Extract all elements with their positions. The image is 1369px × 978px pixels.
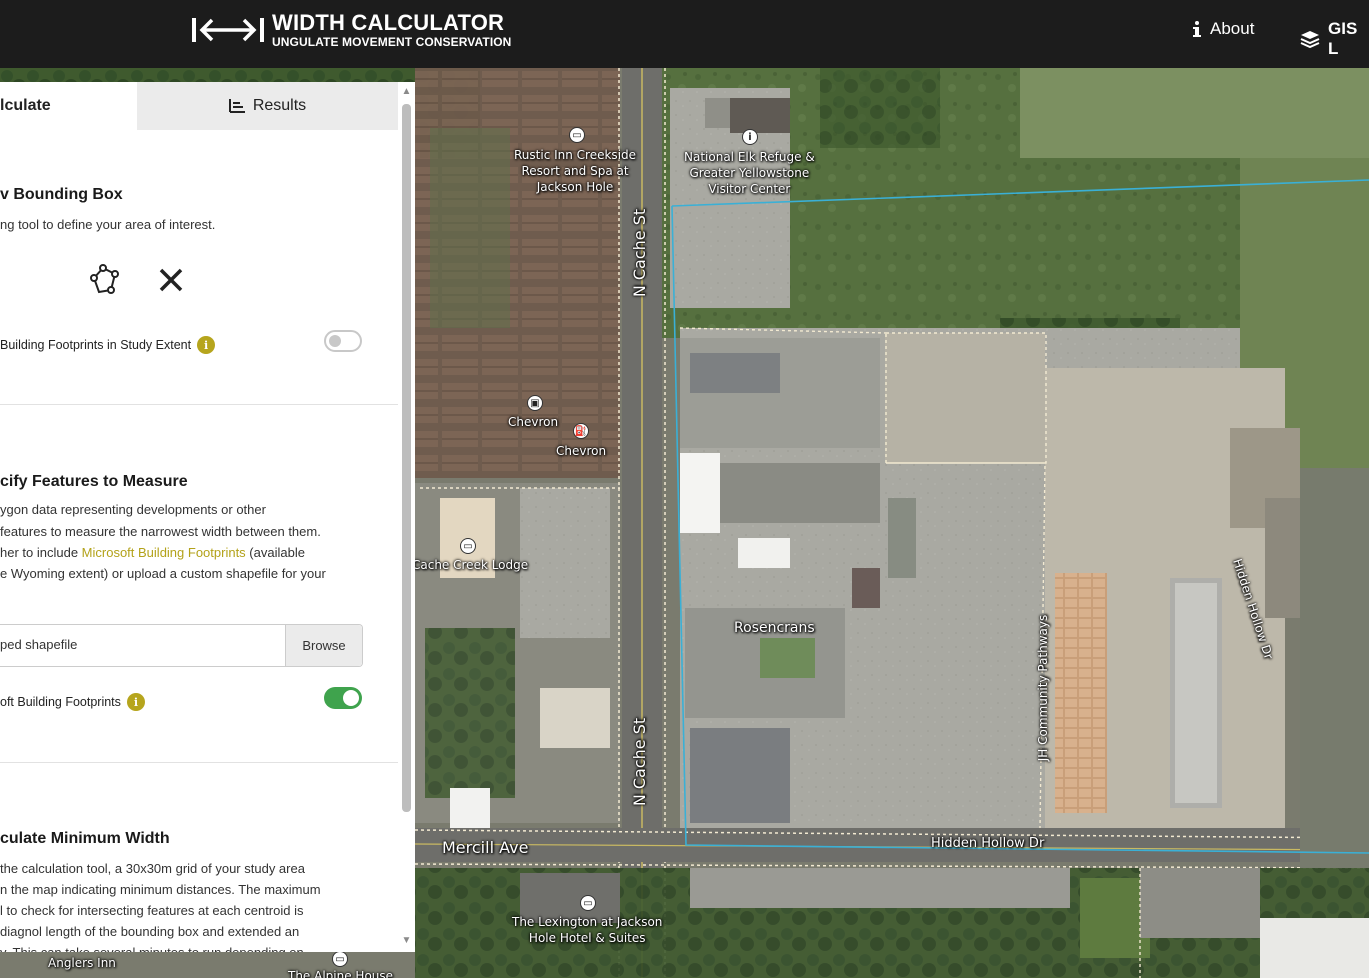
section-divider xyxy=(0,762,398,763)
step1-heading: v Bounding Box xyxy=(0,186,123,203)
microsoft-footprints-link[interactable]: Microsoft Building Footprints xyxy=(82,545,246,560)
map-label-hidden-hollow-dr: Hidden Hollow Dr xyxy=(931,836,1045,851)
nav-gis[interactable]: GIS L xyxy=(1300,19,1369,59)
map-label-anglers-inn: Anglers Inn xyxy=(48,956,116,970)
step2-line3-post: (available xyxy=(245,545,305,560)
step2-line2: features to measure the narrowest width … xyxy=(0,524,321,539)
fuel-icon[interactable]: ⛽ xyxy=(573,423,589,439)
step3-line3: l to check for intersecting features at … xyxy=(0,903,304,918)
info-icon[interactable]: i xyxy=(126,693,145,711)
ms-footprints-toggle-label: oft Building Footprints i xyxy=(0,693,145,711)
hotel-icon[interactable]: ▭ xyxy=(460,538,476,554)
map-label-alpine-house: The Alpine House xyxy=(288,969,394,978)
layers-icon xyxy=(1300,30,1320,48)
panel-scrollbar-thumb[interactable] xyxy=(402,104,411,812)
panel-tabs: lculate Results xyxy=(0,82,398,130)
step3-line2: n the map indicating minimum distances. … xyxy=(0,882,321,897)
ms-footprints-label-text: oft Building Footprints xyxy=(0,695,121,709)
width-arrows-icon xyxy=(192,18,264,42)
shapefile-upload[interactable]: ped shapefile Browse xyxy=(0,624,363,667)
hotel-icon[interactable]: ▭ xyxy=(332,951,348,967)
nav-about[interactable]: About xyxy=(1192,19,1254,39)
map-label-cache-creek-lodge: Cache Creek Lodge xyxy=(412,558,529,572)
scroll-up-arrow-icon[interactable]: ▲ xyxy=(400,86,413,98)
side-panel: lculate Results v Bounding Box ng tool t… xyxy=(0,82,398,952)
ms-footprints-toggle[interactable] xyxy=(324,687,362,709)
step2-line3: her to include Microsoft Building Footpr… xyxy=(0,542,305,563)
map-label-mercill-ave: Mercill Ave xyxy=(442,838,529,857)
map-label-rustic-inn: Rustic Inn Creekside Resort and Spa at J… xyxy=(514,148,637,194)
map-label-lexington: The Lexington at Jackson Hole Hotel & Su… xyxy=(512,915,663,945)
nav-gis-label: GIS L xyxy=(1328,19,1358,58)
browse-button[interactable]: Browse xyxy=(285,625,362,666)
map-label-n-cache-st: N Cache St xyxy=(630,717,649,807)
chart-icon xyxy=(228,99,245,113)
tab-calculate-label: lculate xyxy=(0,97,51,114)
app-subtitle: UNGULATE MOVEMENT CONSERVATION xyxy=(272,35,512,49)
close-icon xyxy=(159,268,183,292)
app-header: WIDTH CALCULATOR UNGULATE MOVEMENT CONSE… xyxy=(0,0,1369,68)
step2-line4: e Wyoming extent) or upload a custom sha… xyxy=(0,566,326,581)
nav-about-label: About xyxy=(1210,19,1255,38)
app-title: WIDTH CALCULATOR xyxy=(272,10,505,35)
section-divider xyxy=(0,404,398,405)
map-label-n-cache-st: N Cache St xyxy=(630,208,649,298)
study-extent-toggle[interactable] xyxy=(324,330,362,352)
app-logo[interactable]: WIDTH CALCULATOR UNGULATE MOVEMENT CONSE… xyxy=(190,10,511,50)
tab-results[interactable]: Results xyxy=(137,82,398,130)
step2-line3-pre: her to include xyxy=(0,545,82,560)
step1-text: ng tool to define your area of interest. xyxy=(0,217,216,232)
tab-calculate[interactable]: lculate xyxy=(0,82,137,130)
hotel-icon[interactable]: ▭ xyxy=(580,895,596,911)
step3-line1: the calculation tool, a 30x30m grid of y… xyxy=(0,861,305,876)
info-icon[interactable]: i xyxy=(197,336,216,354)
map-label-elk-refuge: National Elk Refuge & Greater Yellowston… xyxy=(684,150,815,196)
step2-line1: ygon data representing developments or o… xyxy=(0,502,266,517)
study-extent-label-text: Building Footprints in Study Extent xyxy=(0,338,192,352)
step3-heading: culate Minimum Width xyxy=(0,830,170,847)
study-extent-toggle-label: Building Footprints in Study Extent i xyxy=(0,336,216,354)
draw-polygon-icon xyxy=(90,264,119,294)
info-marker-icon[interactable]: i xyxy=(742,129,758,145)
clear-button[interactable] xyxy=(153,262,189,298)
scroll-down-arrow-icon[interactable]: ▼ xyxy=(400,935,413,947)
store-icon[interactable]: ▣ xyxy=(527,395,543,411)
step3-line5: y. This can take several minutes to run … xyxy=(0,942,304,952)
map-label-chevron: Chevron xyxy=(556,444,607,458)
tab-results-label: Results xyxy=(252,97,307,114)
map-label-jh-pathways: JH Community Pathways xyxy=(1036,614,1050,762)
step2-heading: cify Features to Measure xyxy=(0,473,188,490)
info-icon xyxy=(1192,20,1202,38)
hotel-icon[interactable]: ▭ xyxy=(569,127,585,143)
map-label-chevron: Chevron xyxy=(508,415,559,429)
shapefile-placeholder: ped shapefile xyxy=(0,637,78,652)
map-label-rosencrans: Rosencrans xyxy=(734,620,815,636)
step3-line4: diagnol length of the bounding box and e… xyxy=(0,924,300,939)
draw-polygon-button[interactable] xyxy=(85,262,121,298)
